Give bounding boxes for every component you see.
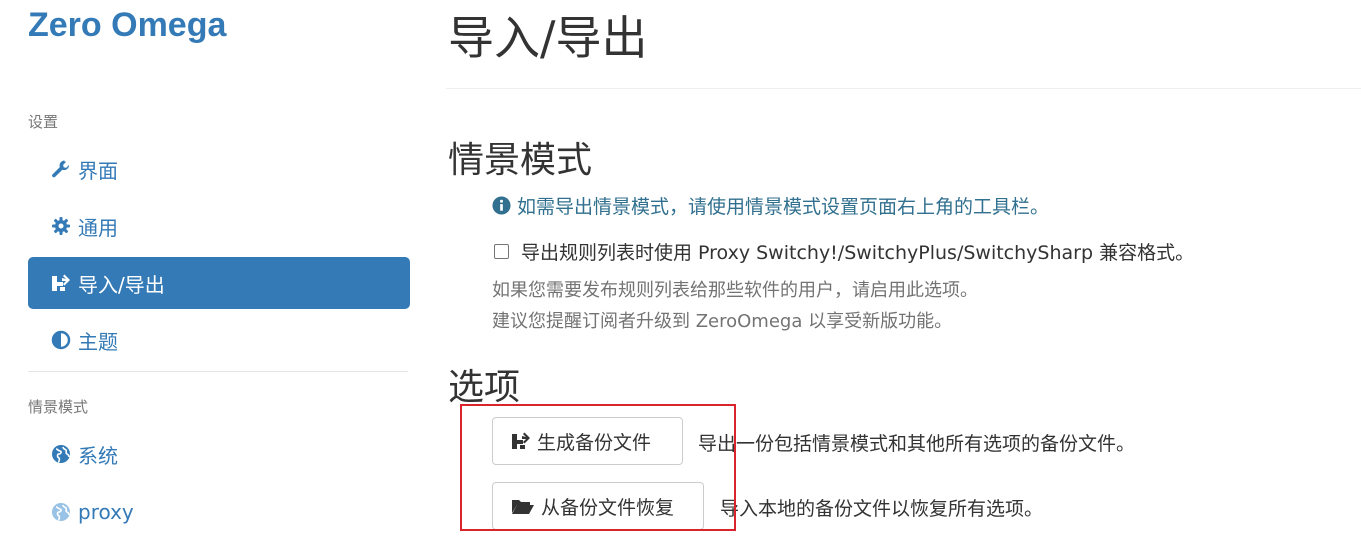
settings-section-header: 设置 bbox=[28, 113, 59, 131]
export-profiles-info: 如需导出情景模式，请使用情景模式设置页面右上角的工具栏。 bbox=[492, 192, 1049, 219]
help-text-line-2: 建议您提醒订阅者升级到 ZeroOmega 以享受新版功能。 bbox=[492, 311, 953, 332]
sidebar-item-import-export[interactable]: 导入/导出 bbox=[28, 257, 410, 309]
legacy-format-option[interactable]: 导出规则列表时使用 Proxy Switchy!/SwitchyPlus/Swi… bbox=[492, 238, 1194, 265]
page-title: 导入/导出 bbox=[448, 11, 648, 65]
button-label: 从备份文件恢复 bbox=[541, 496, 675, 519]
brand-title[interactable]: Zero Omega bbox=[28, 6, 226, 45]
sidebar-item-theme[interactable]: 主题 bbox=[28, 314, 410, 366]
sidebar-item-interface[interactable]: 界面 bbox=[28, 143, 410, 195]
make-backup-description: 导出一份包括情景模式和其他所有选项的备份文件。 bbox=[698, 433, 1136, 455]
header-divider bbox=[446, 88, 1361, 89]
folder-open-icon bbox=[511, 496, 535, 516]
info-circle-icon bbox=[492, 196, 511, 215]
sidebar: Zero Omega 设置 界面 通用 导入/导出 主题 情景模式 系统 pro… bbox=[0, 0, 430, 544]
globe-icon bbox=[50, 501, 72, 523]
legacy-format-checkbox[interactable] bbox=[494, 244, 509, 259]
sidebar-item-profile-proxy[interactable]: proxy bbox=[28, 486, 410, 538]
sidebar-item-general[interactable]: 通用 bbox=[28, 200, 410, 252]
help-text-line-1: 如果您需要发布规则列表给那些软件的用户，请启用此选项。 bbox=[492, 280, 978, 301]
contrast-icon bbox=[50, 329, 72, 351]
sidebar-item-label: proxy bbox=[78, 500, 134, 524]
sidebar-divider bbox=[28, 371, 408, 372]
wrench-icon bbox=[50, 158, 72, 180]
options-section-title: 选项 bbox=[448, 367, 521, 408]
make-backup-button[interactable]: 生成备份文件 bbox=[492, 417, 683, 465]
button-label: 生成备份文件 bbox=[537, 431, 652, 454]
info-text: 如需导出情景模式，请使用情景模式设置页面右上角的工具栏。 bbox=[517, 196, 1050, 218]
import-export-icon bbox=[50, 272, 72, 294]
sidebar-item-label: 系统 bbox=[78, 443, 118, 468]
sidebar-item-profile-system[interactable]: 系统 bbox=[28, 428, 410, 480]
restore-backup-description: 导入本地的备份文件以恢复所有选项。 bbox=[720, 498, 1044, 520]
gear-icon bbox=[50, 215, 72, 237]
globe-icon bbox=[50, 443, 72, 465]
checkbox-label: 导出规则列表时使用 Proxy Switchy!/SwitchyPlus/Swi… bbox=[521, 242, 1195, 264]
sidebar-item-label: 导入/导出 bbox=[78, 272, 165, 297]
sidebar-item-label: 通用 bbox=[78, 215, 118, 240]
profiles-section-header: 情景模式 bbox=[28, 398, 89, 416]
profiles-section-title: 情景模式 bbox=[448, 140, 593, 181]
sidebar-item-label: 界面 bbox=[78, 158, 118, 183]
restore-backup-button[interactable]: 从备份文件恢复 bbox=[492, 482, 704, 530]
sidebar-item-label: 主题 bbox=[78, 329, 118, 354]
import-export-icon bbox=[511, 431, 531, 451]
